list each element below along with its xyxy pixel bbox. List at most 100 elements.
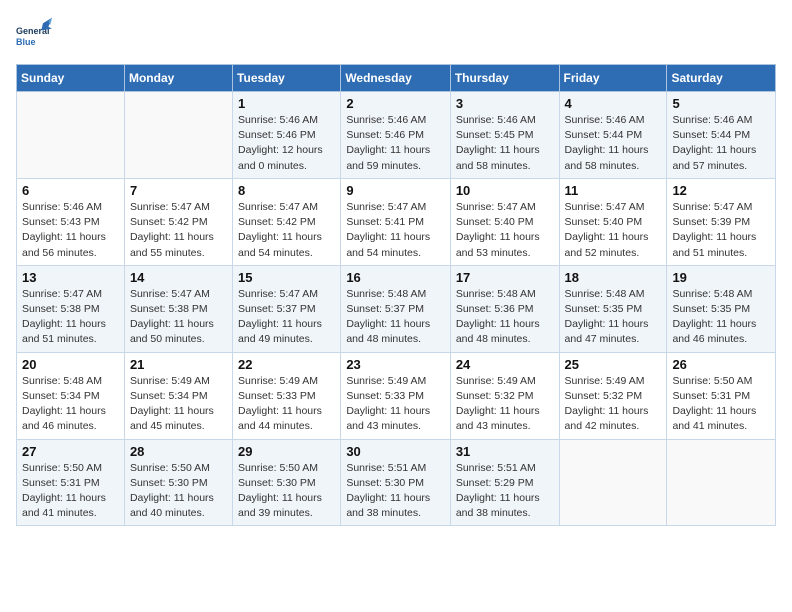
calendar-cell: 11 Sunrise: 5:47 AMSunset: 5:40 PMDayligh…	[559, 178, 667, 265]
day-number: 5	[672, 96, 770, 111]
calendar-cell: 21 Sunrise: 5:49 AMSunset: 5:34 PMDayligh…	[124, 352, 232, 439]
day-number: 10	[456, 183, 554, 198]
calendar-cell: 1Sunrise: 5:46 AMSunset: 5:46 PMDaylight…	[233, 92, 341, 179]
day-number: 7	[130, 183, 227, 198]
day-info: Sunrise: 5:51 AMSunset: 5:30 PMDaylight:…	[346, 461, 445, 522]
day-info: Sunrise: 5:48 AMSunset: 5:34 PMDaylight:…	[22, 374, 119, 435]
day-info: Sunrise: 5:47 AMSunset: 5:40 PMDaylight:…	[456, 200, 554, 261]
calendar-cell: 24Sunrise: 5:49 AMSunset: 5:32 PMDayligh…	[450, 352, 559, 439]
calendar-cell: 30 Sunrise: 5:51 AMSunset: 5:30 PMDayligh…	[341, 439, 451, 526]
day-number: 22	[238, 357, 335, 372]
day-info: Sunrise: 5:46 AMSunset: 5:45 PMDaylight:…	[456, 113, 554, 174]
calendar-cell: 5 Sunrise: 5:46 AMSunset: 5:44 PMDaylight…	[667, 92, 776, 179]
calendar-cell: 31 Sunrise: 5:51 AMSunset: 5:29 PMDayligh…	[450, 439, 559, 526]
day-info: Sunrise: 5:50 AMSunset: 5:31 PMDaylight:…	[672, 374, 770, 435]
weekday-header-tuesday: Tuesday	[233, 65, 341, 92]
calendar-cell: 6 Sunrise: 5:46 AMSunset: 5:43 PMDaylight…	[17, 178, 125, 265]
day-number: 14	[130, 270, 227, 285]
calendar-cell: 19 Sunrise: 5:48 AMSunset: 5:35 PMDayligh…	[667, 265, 776, 352]
calendar-cell: 20Sunrise: 5:48 AMSunset: 5:34 PMDayligh…	[17, 352, 125, 439]
day-info: Sunrise: 5:46 AMSunset: 5:44 PMDaylight:…	[565, 113, 662, 174]
day-info: Sunrise: 5:49 AMSunset: 5:32 PMDaylight:…	[565, 374, 662, 435]
day-info: Sunrise: 5:47 AMSunset: 5:38 PMDaylight:…	[22, 287, 119, 348]
calendar-cell: 2 Sunrise: 5:46 AMSunset: 5:46 PMDaylight…	[341, 92, 451, 179]
calendar-cell	[667, 439, 776, 526]
calendar-cell: 22 Sunrise: 5:49 AMSunset: 5:33 PMDayligh…	[233, 352, 341, 439]
calendar-cell: 26 Sunrise: 5:50 AMSunset: 5:31 PMDayligh…	[667, 352, 776, 439]
logo-icon: General Blue	[16, 16, 52, 52]
svg-text:Blue: Blue	[16, 37, 36, 47]
day-info: Sunrise: 5:46 AMSunset: 5:46 PMDaylight:…	[346, 113, 445, 174]
day-info: Sunrise: 5:50 AMSunset: 5:30 PMDaylight:…	[130, 461, 227, 522]
day-info: Sunrise: 5:47 AMSunset: 5:40 PMDaylight:…	[565, 200, 662, 261]
day-number: 23	[346, 357, 445, 372]
calendar-week-row: 27 Sunrise: 5:50 AMSunset: 5:31 PMDayligh…	[17, 439, 776, 526]
day-number: 2	[346, 96, 445, 111]
calendar-cell: 10 Sunrise: 5:47 AMSunset: 5:40 PMDayligh…	[450, 178, 559, 265]
day-info: Sunrise: 5:47 AMSunset: 5:37 PMDaylight:…	[238, 287, 335, 348]
day-number: 11	[565, 183, 662, 198]
day-info: Sunrise: 5:47 AMSunset: 5:39 PMDaylight:…	[672, 200, 770, 261]
day-info: Sunrise: 5:50 AMSunset: 5:31 PMDaylight:…	[22, 461, 119, 522]
calendar-cell: 13 Sunrise: 5:47 AMSunset: 5:38 PMDayligh…	[17, 265, 125, 352]
calendar-cell: 8 Sunrise: 5:47 AMSunset: 5:42 PMDaylight…	[233, 178, 341, 265]
day-info: Sunrise: 5:49 AMSunset: 5:33 PMDaylight:…	[238, 374, 335, 435]
calendar-cell: 27 Sunrise: 5:50 AMSunset: 5:31 PMDayligh…	[17, 439, 125, 526]
day-info: Sunrise: 5:47 AMSunset: 5:41 PMDaylight:…	[346, 200, 445, 261]
calendar-cell: 15 Sunrise: 5:47 AMSunset: 5:37 PMDayligh…	[233, 265, 341, 352]
calendar-cell: 17Sunrise: 5:48 AMSunset: 5:36 PMDayligh…	[450, 265, 559, 352]
day-number: 9	[346, 183, 445, 198]
day-number: 13	[22, 270, 119, 285]
day-info: Sunrise: 5:48 AMSunset: 5:35 PMDaylight:…	[565, 287, 662, 348]
calendar-cell: 28 Sunrise: 5:50 AMSunset: 5:30 PMDayligh…	[124, 439, 232, 526]
day-number: 1	[238, 96, 335, 111]
day-number: 12	[672, 183, 770, 198]
day-number: 21	[130, 357, 227, 372]
day-info: Sunrise: 5:51 AMSunset: 5:29 PMDaylight:…	[456, 461, 554, 522]
day-info: Sunrise: 5:47 AMSunset: 5:42 PMDaylight:…	[238, 200, 335, 261]
calendar-cell: 23 Sunrise: 5:49 AMSunset: 5:33 PMDayligh…	[341, 352, 451, 439]
calendar-cell	[124, 92, 232, 179]
day-number: 29	[238, 444, 335, 459]
calendar-table: SundayMondayTuesdayWednesdayThursdayFrid…	[16, 64, 776, 526]
day-info: Sunrise: 5:47 AMSunset: 5:38 PMDaylight:…	[130, 287, 227, 348]
day-number: 15	[238, 270, 335, 285]
calendar-week-row: 13 Sunrise: 5:47 AMSunset: 5:38 PMDayligh…	[17, 265, 776, 352]
day-info: Sunrise: 5:47 AMSunset: 5:42 PMDaylight:…	[130, 200, 227, 261]
day-number: 27	[22, 444, 119, 459]
calendar-week-row: 6 Sunrise: 5:46 AMSunset: 5:43 PMDaylight…	[17, 178, 776, 265]
day-info: Sunrise: 5:49 AMSunset: 5:33 PMDaylight:…	[346, 374, 445, 435]
weekday-header-friday: Friday	[559, 65, 667, 92]
weekday-header-thursday: Thursday	[450, 65, 559, 92]
day-number: 31	[456, 444, 554, 459]
calendar-cell: 18Sunrise: 5:48 AMSunset: 5:35 PMDayligh…	[559, 265, 667, 352]
day-number: 24	[456, 357, 554, 372]
calendar-cell: 14 Sunrise: 5:47 AMSunset: 5:38 PMDayligh…	[124, 265, 232, 352]
calendar-cell: 25 Sunrise: 5:49 AMSunset: 5:32 PMDayligh…	[559, 352, 667, 439]
page-header: General Blue	[16, 16, 776, 52]
calendar-cell: 4Sunrise: 5:46 AMSunset: 5:44 PMDaylight…	[559, 92, 667, 179]
day-number: 3	[456, 96, 554, 111]
day-number: 16	[346, 270, 445, 285]
day-number: 6	[22, 183, 119, 198]
day-info: Sunrise: 5:48 AMSunset: 5:37 PMDaylight:…	[346, 287, 445, 348]
day-number: 19	[672, 270, 770, 285]
day-number: 28	[130, 444, 227, 459]
weekday-header-row: SundayMondayTuesdayWednesdayThursdayFrid…	[17, 65, 776, 92]
calendar-week-row: 20Sunrise: 5:48 AMSunset: 5:34 PMDayligh…	[17, 352, 776, 439]
calendar-cell: 9 Sunrise: 5:47 AMSunset: 5:41 PMDaylight…	[341, 178, 451, 265]
weekday-header-sunday: Sunday	[17, 65, 125, 92]
day-number: 8	[238, 183, 335, 198]
day-info: Sunrise: 5:48 AMSunset: 5:35 PMDaylight:…	[672, 287, 770, 348]
day-number: 25	[565, 357, 662, 372]
day-info: Sunrise: 5:50 AMSunset: 5:30 PMDaylight:…	[238, 461, 335, 522]
day-info: Sunrise: 5:46 AMSunset: 5:43 PMDaylight:…	[22, 200, 119, 261]
day-info: Sunrise: 5:49 AMSunset: 5:34 PMDaylight:…	[130, 374, 227, 435]
calendar-cell: 16 Sunrise: 5:48 AMSunset: 5:37 PMDayligh…	[341, 265, 451, 352]
day-number: 26	[672, 357, 770, 372]
day-info: Sunrise: 5:46 AMSunset: 5:44 PMDaylight:…	[672, 113, 770, 174]
day-number: 30	[346, 444, 445, 459]
calendar-cell: 12 Sunrise: 5:47 AMSunset: 5:39 PMDayligh…	[667, 178, 776, 265]
logo: General Blue	[16, 16, 52, 52]
calendar-cell: 7 Sunrise: 5:47 AMSunset: 5:42 PMDaylight…	[124, 178, 232, 265]
